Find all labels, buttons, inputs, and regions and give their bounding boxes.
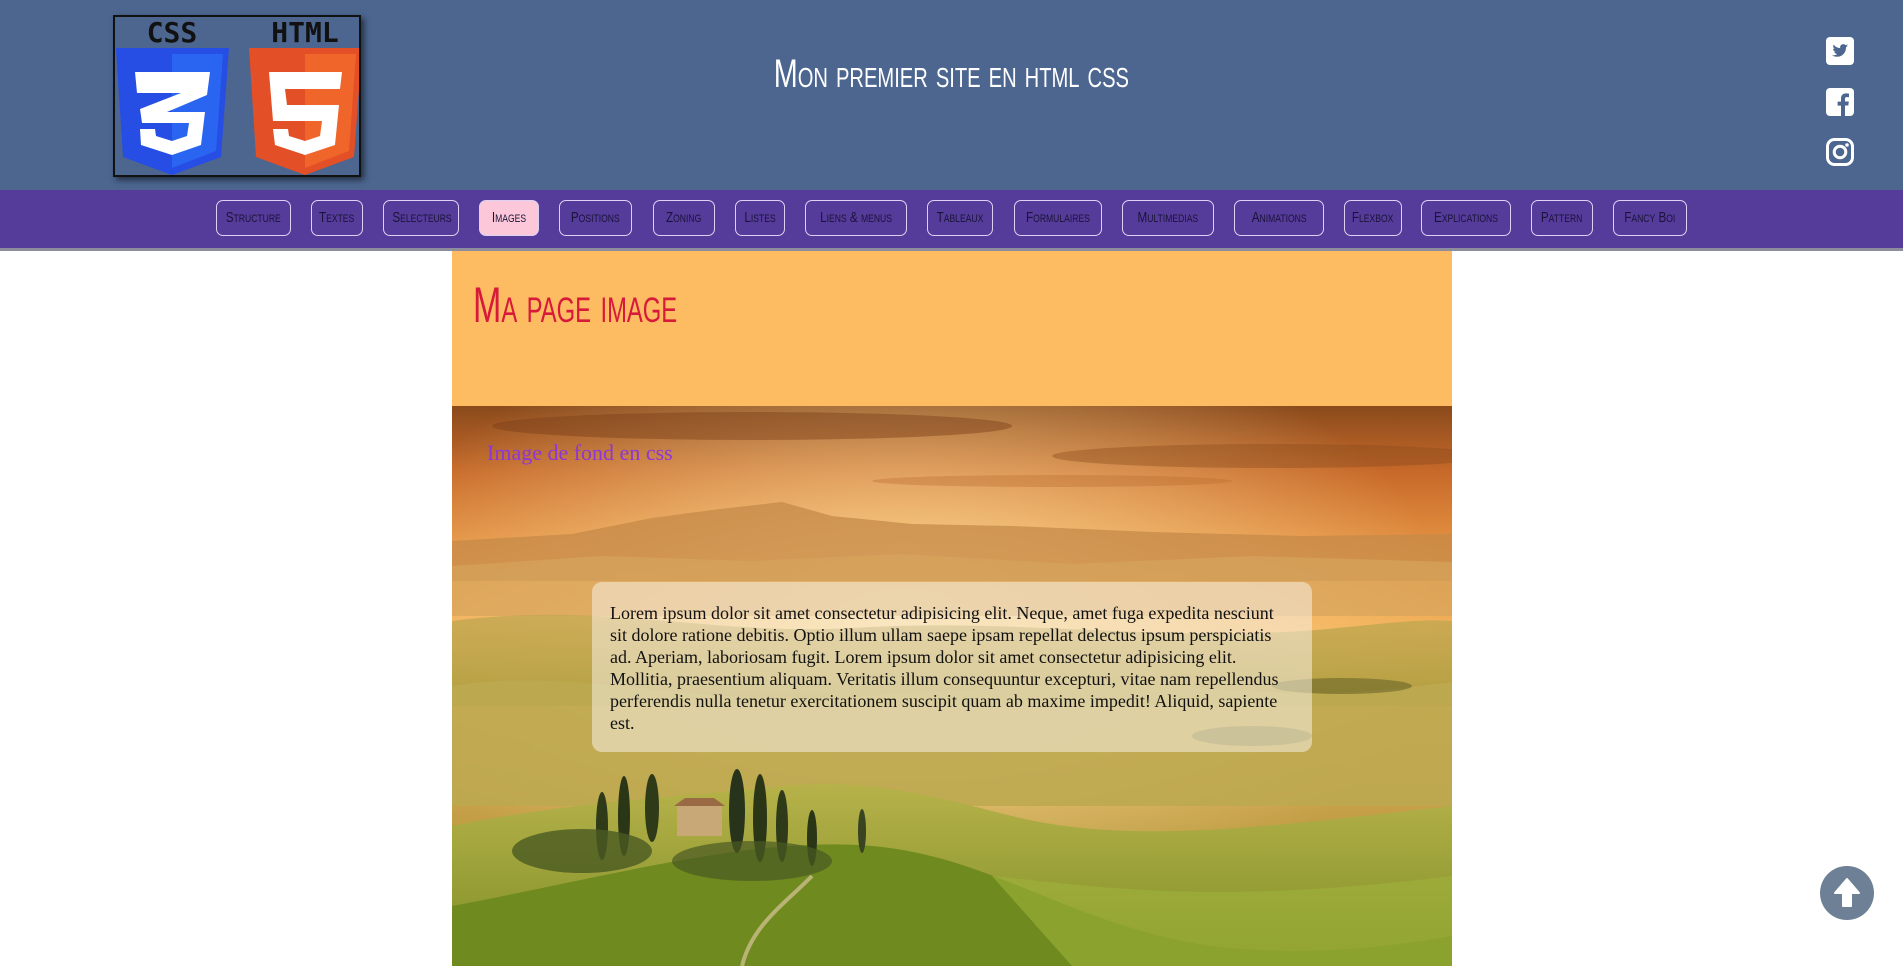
instagram-icon[interactable] [1826, 138, 1854, 166]
title-band: Ma page image [452, 251, 1452, 406]
nav-item-structure[interactable]: Structure [216, 200, 291, 236]
nav-item-tableaux[interactable]: Tableaux [927, 200, 993, 236]
css-logo-text: CSS [147, 17, 198, 49]
nav-item-fancy-boi[interactable]: Fancy Boi [1613, 200, 1687, 236]
main-nav: Structure Textes Selecteurs Images Posit… [0, 190, 1903, 251]
nav-item-listes[interactable]: Listes [735, 200, 785, 236]
nav-item-liens-menus[interactable]: Liens & menus [805, 200, 907, 236]
site-header: CSS HTML Mon premier site en html css [0, 0, 1903, 190]
nav-item-zoning[interactable]: Zoning [653, 200, 715, 236]
html-logo-text: HTML [271, 17, 338, 49]
nav-item-textes[interactable]: Textes [311, 200, 363, 236]
nav-item-images[interactable]: Images [479, 200, 539, 236]
nav-item-pattern[interactable]: Pattern [1531, 200, 1593, 236]
nav-item-flexbox[interactable]: Flexbox [1344, 200, 1402, 236]
page-title: Ma page image [473, 277, 678, 333]
nav-item-multimedias[interactable]: Multimedias [1122, 200, 1214, 236]
nav-item-selecteurs[interactable]: Selecteurs [383, 200, 459, 236]
background-caption: Image de fond en css [487, 440, 673, 465]
facebook-icon[interactable] [1826, 88, 1854, 116]
main-content: Ma page image Image de fond en css Lorem… [452, 251, 1452, 966]
site-title: Mon premier site en html css [773, 52, 1129, 96]
background-landscape-image: Image de fond en css Lorem ipsum dolor s… [452, 406, 1452, 966]
nav-item-animations[interactable]: Animations [1234, 200, 1324, 236]
scroll-to-top-button[interactable] [1820, 866, 1874, 920]
nav-item-formulaires[interactable]: Formulaires [1014, 200, 1102, 236]
lorem-text-card: Lorem ipsum dolor sit amet consectetur a… [592, 582, 1312, 752]
twitter-icon[interactable] [1826, 37, 1854, 65]
nav-item-positions[interactable]: Positions [559, 200, 632, 236]
nav-item-explications[interactable]: Explications [1421, 200, 1511, 236]
arrow-up-icon [1834, 878, 1860, 907]
